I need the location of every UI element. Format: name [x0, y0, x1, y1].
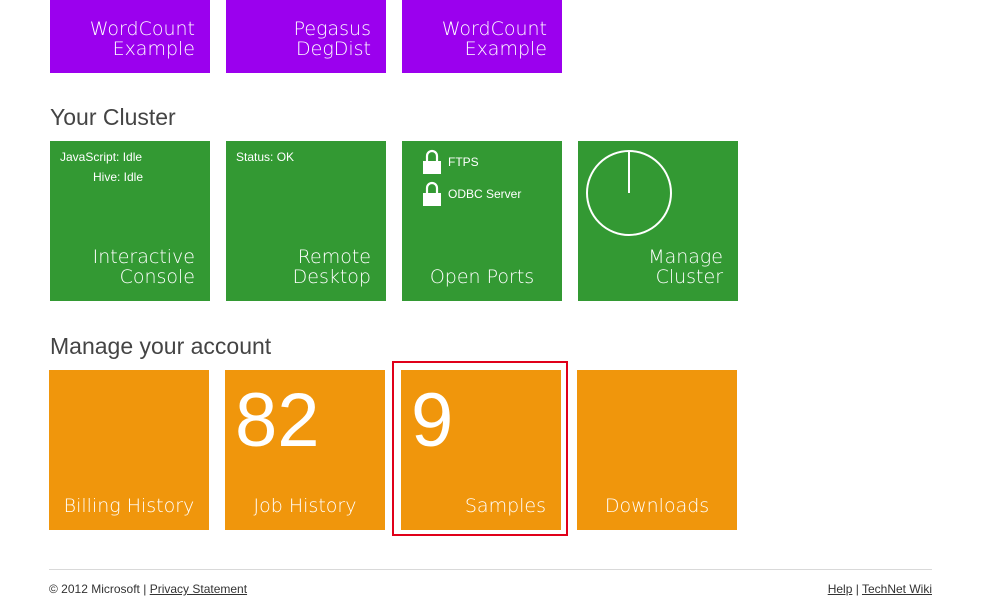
tile-label: Interactive Console	[92, 246, 195, 288]
privacy-statement-link[interactable]: Privacy Statement	[150, 582, 247, 596]
downloads-tile[interactable]: Downloads	[577, 370, 737, 530]
copyright-text: © 2012 Microsoft |	[49, 582, 147, 596]
clock-gauge-icon	[586, 150, 672, 236]
tile-label: Billing History	[63, 495, 195, 517]
your-cluster-heading: Your Cluster	[50, 104, 176, 130]
footer-separator: |	[855, 582, 859, 596]
lock-icon	[423, 181, 441, 206]
hive-status: Hive: Idle	[93, 170, 144, 184]
open-ports-tile[interactable]: FTPS ODBC Server Open Ports	[402, 141, 562, 301]
tile-label: Job History	[253, 495, 357, 517]
help-link[interactable]: Help	[828, 582, 853, 596]
tile-label: Samples	[464, 495, 546, 517]
manage-account-heading: Manage your account	[50, 333, 272, 359]
tile-label: Remote Desktop	[292, 246, 371, 288]
tile-label: Downloads	[604, 495, 710, 517]
wordcount-example-tile-2[interactable]: WordCount Example	[402, 0, 562, 73]
footer-left: © 2012 Microsoft | Privacy Statement	[49, 582, 247, 596]
interactive-console-tile[interactable]: JavaScript: Idle Hive: Idle Interactive C…	[50, 141, 210, 301]
pegasus-degdist-tile[interactable]: Pegasus DegDist	[226, 0, 386, 73]
port-ftps: FTPS	[422, 149, 479, 175]
lock-icon	[423, 149, 441, 174]
port-odbc: ODBC Server	[422, 181, 521, 207]
footer-right: Help | TechNet Wiki	[828, 582, 932, 596]
technet-wiki-link[interactable]: TechNet Wiki	[862, 582, 932, 596]
billing-history-tile[interactable]: Billing History	[49, 370, 209, 530]
remote-status: Status: OK	[236, 150, 295, 164]
samples-count: 9	[411, 378, 454, 463]
footer-divider	[49, 569, 932, 570]
tile-label: Open Ports	[429, 266, 535, 288]
tile-label: WordCount Example	[89, 18, 195, 60]
tile-label: Pegasus DegDist	[293, 18, 371, 60]
javascript-status: JavaScript: Idle	[60, 150, 143, 164]
job-count: 82	[235, 378, 320, 463]
wordcount-example-tile[interactable]: WordCount Example	[50, 0, 210, 73]
samples-tile[interactable]: 9 Samples	[401, 370, 561, 530]
tile-label: Manage Cluster	[648, 246, 723, 288]
manage-cluster-tile[interactable]: Manage Cluster	[578, 141, 738, 301]
remote-desktop-tile[interactable]: Status: OK Remote Desktop	[226, 141, 386, 301]
job-history-tile[interactable]: 82 Job History	[225, 370, 385, 530]
tile-label: WordCount Example	[441, 18, 547, 60]
